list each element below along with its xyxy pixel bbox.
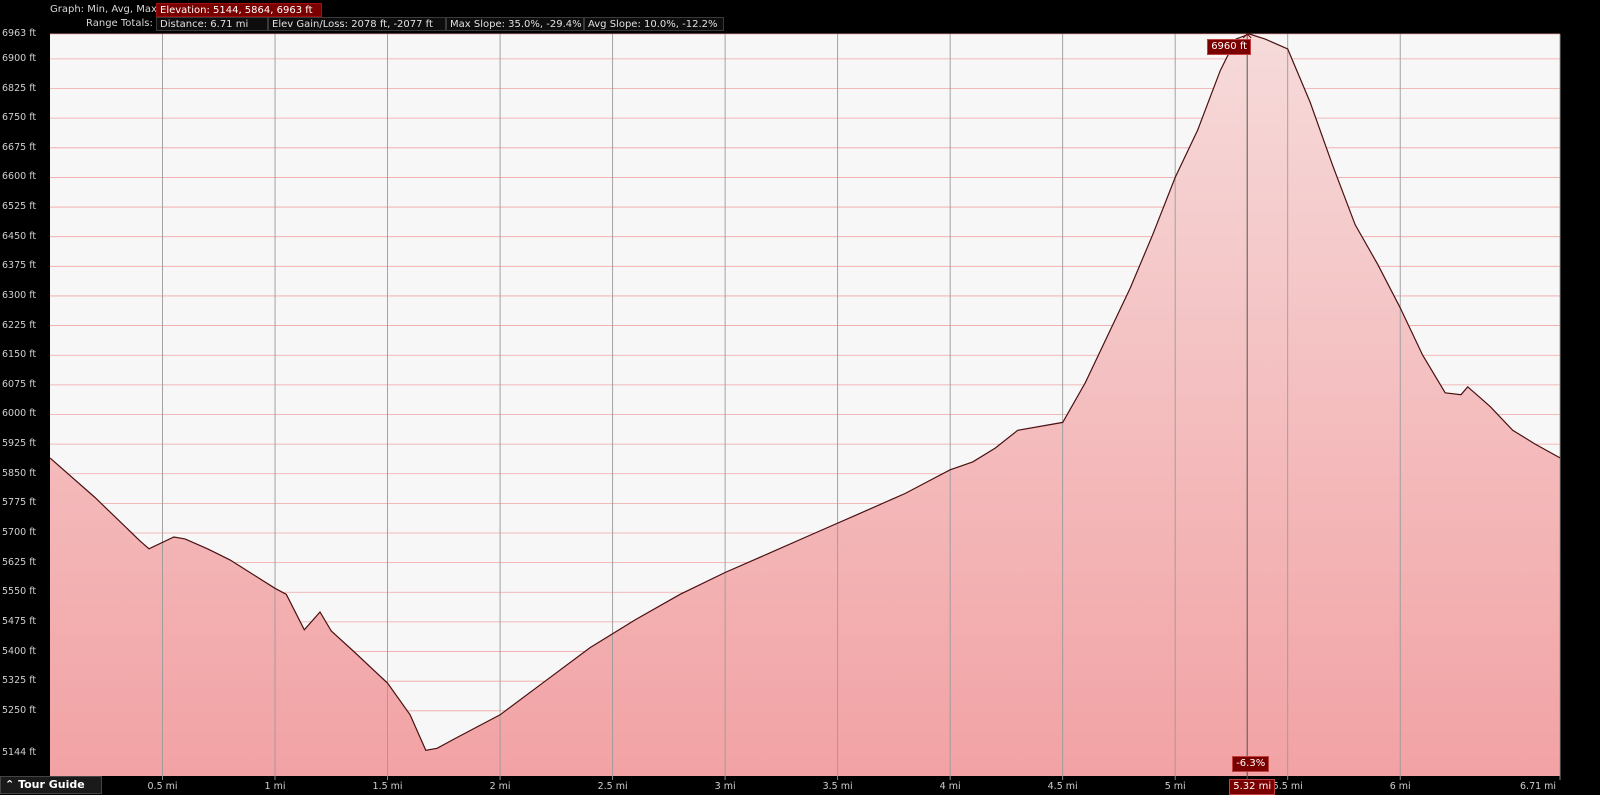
cursor-elevation-label: 6960 ft (1207, 39, 1252, 55)
y-tick-label: 6675 ft (2, 141, 37, 153)
y-tick-label: 6825 ft (2, 82, 37, 94)
y-tick-label: 6375 ft (2, 260, 37, 272)
x-tick-label: 1 mi (264, 781, 286, 792)
x-tick-label: 1.5 mi (372, 781, 403, 792)
y-tick-label: 5850 ft (2, 467, 37, 479)
y-tick-label: 5550 ft (2, 586, 37, 598)
y-tick-label: 6075 ft (2, 378, 37, 390)
x-tick-label: 2 mi (489, 781, 511, 792)
y-tick-label: 6750 ft (2, 112, 37, 124)
x-tick-label: 0.5 mi (147, 781, 178, 792)
x-tick-label: 5.5 mi (1272, 781, 1303, 792)
elevation-chart[interactable] (0, 0, 1600, 794)
x-tick-label: 3 mi (714, 781, 736, 792)
cursor-slope-label: -6.3% (1232, 756, 1270, 772)
y-tick-label: 5775 ft (2, 497, 37, 509)
y-tick-label: 6225 ft (2, 319, 37, 331)
y-tick-label: 6300 ft (2, 289, 37, 301)
y-tick-label: 6900 ft (2, 52, 37, 64)
y-tick-label: 5250 ft (2, 704, 37, 716)
y-tick-label: 5144 ft (2, 746, 37, 758)
y-tick-label: 5700 ft (2, 527, 37, 538)
x-tick-label: 4 mi (939, 781, 961, 792)
cursor-distance-label: 5.32 mi (1229, 779, 1276, 795)
x-tick-label: 3.5 mi (822, 781, 853, 792)
tour-guide-label: Tour Guide (18, 778, 85, 791)
x-tick-label: 4.5 mi (1047, 781, 1078, 792)
y-tick-label: 5400 ft (2, 645, 37, 657)
y-tick-label: 5625 ft (2, 556, 37, 568)
chevron-up-icon: ⌃ (5, 778, 15, 791)
y-tick-label: 5475 ft (2, 615, 37, 627)
y-tick-label: 6525 ft (2, 201, 37, 213)
y-tick-label: 6450 ft (2, 230, 37, 242)
y-tick-label: 6600 ft (2, 171, 37, 183)
x-tick-label: 6 mi (1389, 781, 1411, 792)
y-tick-label: 6000 ft (2, 408, 37, 420)
y-tick-label: 5325 ft (2, 675, 37, 687)
x-tick-label: 2.5 mi (597, 781, 628, 792)
y-tick-label: 6150 ft (2, 349, 37, 361)
tour-guide-button[interactable]: ⌃ Tour Guide (0, 776, 102, 794)
x-tick-label: 6.71 mi (1520, 781, 1557, 792)
x-tick-label: 5 mi (1164, 781, 1186, 792)
y-tick-label: 5925 ft (2, 438, 37, 450)
y-tick-label: 6963 ft (2, 28, 37, 39)
